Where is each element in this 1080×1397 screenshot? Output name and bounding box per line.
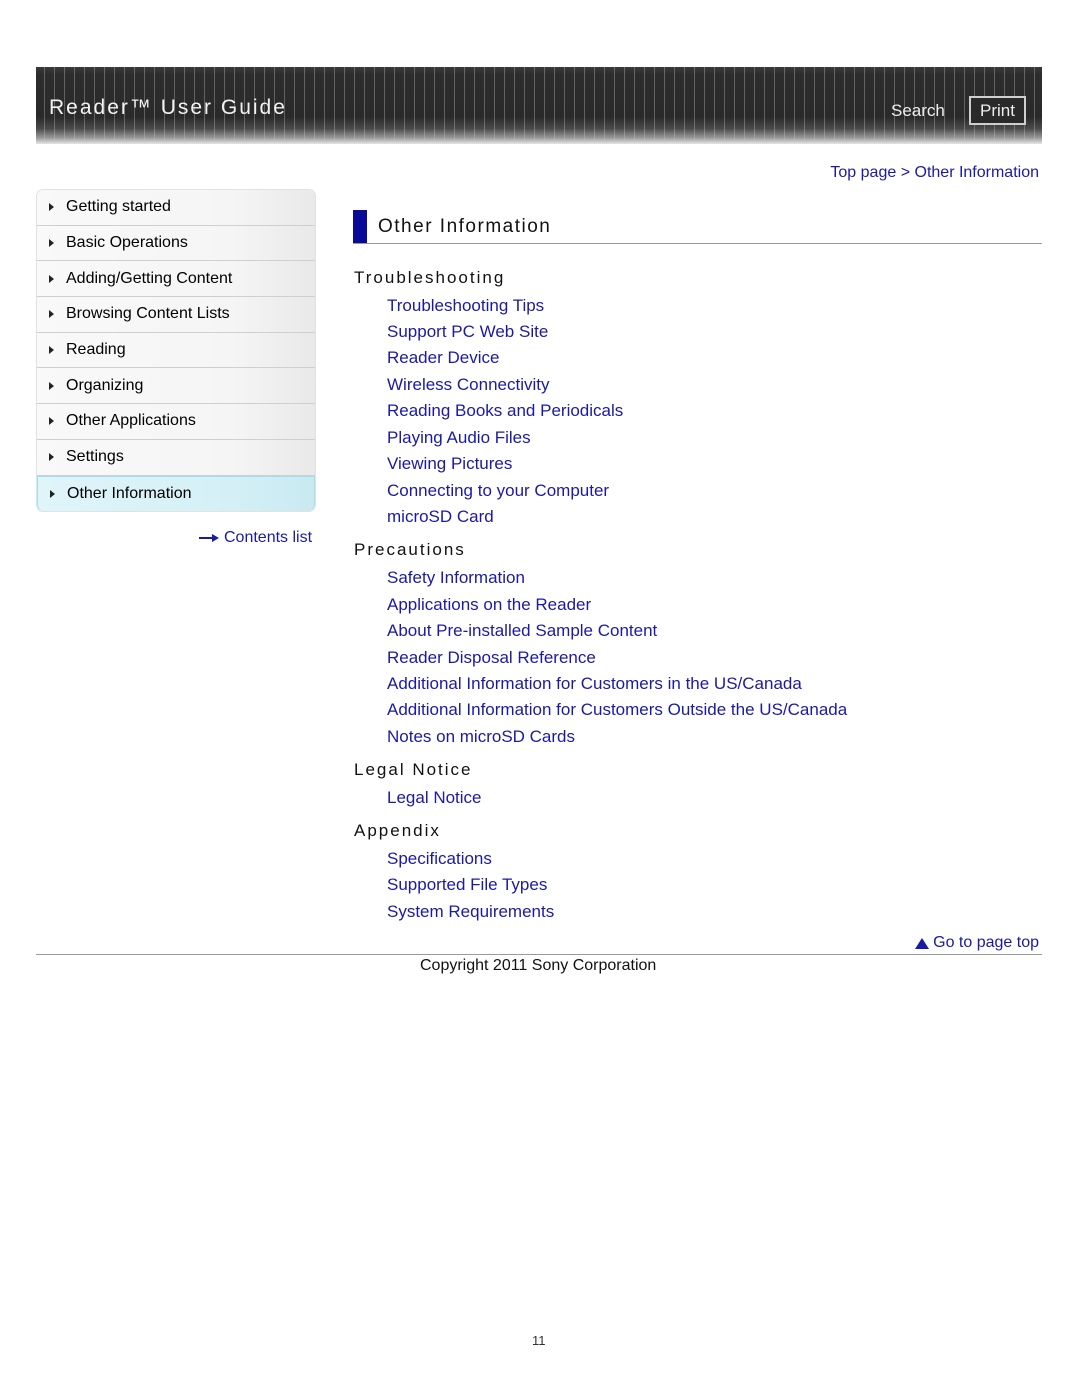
sidebar-item-label: Basic Operations <box>66 234 188 252</box>
triangle-right-icon <box>49 239 54 248</box>
section-heading-troubleshooting: Troubleshooting <box>354 268 506 287</box>
sidebar-item-label: Other Applications <box>66 412 196 430</box>
sidebar-item-organizing[interactable]: Organizing <box>37 368 315 405</box>
search-button[interactable]: Search <box>891 101 945 121</box>
arrow-right-icon <box>199 533 219 543</box>
link-system-requirements[interactable]: System Requirements <box>387 902 554 922</box>
section-heading-precautions: Precautions <box>354 540 466 559</box>
link-reader-disposal-reference[interactable]: Reader Disposal Reference <box>387 648 596 668</box>
link-legal-notice[interactable]: Legal Notice <box>387 788 482 808</box>
link-info-customers-us-canada[interactable]: Additional Information for Customers in … <box>387 674 802 694</box>
sidebar-item-label: Browsing Content Lists <box>66 305 230 323</box>
breadcrumb: Top page > Other Information <box>830 164 1039 182</box>
link-info-customers-outside-us-canada[interactable]: Additional Information for Customers Out… <box>387 700 847 720</box>
sidebar-item-getting-started[interactable]: Getting started <box>37 190 315 226</box>
header-banner: Reader™ User Guide Search Print <box>36 67 1042 144</box>
sidebar-item-other-applications[interactable]: Other Applications <box>37 404 315 440</box>
triangle-right-icon <box>49 203 54 212</box>
triangle-right-icon <box>49 417 54 426</box>
go-to-page-top-label: Go to page top <box>933 934 1039 951</box>
section-heading-appendix: Appendix <box>354 821 441 840</box>
guide-title: Reader™ User Guide <box>49 96 287 119</box>
triangle-right-icon <box>49 310 54 319</box>
triangle-right-icon <box>49 381 54 390</box>
breadcrumb-top-page[interactable]: Top page <box>830 164 896 181</box>
breadcrumb-separator: > <box>900 164 911 181</box>
copyright-text: Copyright 2011 Sony Corporation <box>420 957 657 974</box>
link-reader-device[interactable]: Reader Device <box>387 348 499 368</box>
link-connecting-to-computer[interactable]: Connecting to your Computer <box>387 481 609 501</box>
go-to-page-top-link[interactable]: Go to page top <box>915 934 1039 952</box>
link-reading-books-periodicals[interactable]: Reading Books and Periodicals <box>387 401 623 421</box>
link-specifications[interactable]: Specifications <box>387 849 492 869</box>
triangle-right-icon <box>49 453 54 462</box>
sidebar-item-label: Adding/Getting Content <box>66 269 233 287</box>
sidebar-item-settings[interactable]: Settings <box>37 439 315 476</box>
page-title-block: Other Information <box>353 210 1042 244</box>
link-support-pc-web-site[interactable]: Support PC Web Site <box>387 322 548 342</box>
sidebar-item-label: Reading <box>66 341 126 359</box>
triangle-right-icon <box>50 489 55 498</box>
sidebar-item-label: Organizing <box>66 376 144 394</box>
link-troubleshooting-tips[interactable]: Troubleshooting Tips <box>387 296 544 316</box>
sidebar-item-label: Getting started <box>66 198 171 216</box>
section-heading-legal-notice: Legal Notice <box>354 760 473 779</box>
sidebar-item-label: Settings <box>66 448 124 466</box>
breadcrumb-current[interactable]: Other Information <box>915 164 1040 181</box>
sidebar-item-other-information[interactable]: Other Information <box>37 475 315 512</box>
sidebar-item-reading[interactable]: Reading <box>37 332 315 369</box>
link-playing-audio-files[interactable]: Playing Audio Files <box>387 428 531 448</box>
page-title: Other Information <box>378 216 552 237</box>
contents-list-label: Contents list <box>224 529 313 546</box>
sidebar-item-label: Other Information <box>67 484 192 502</box>
footer-divider <box>36 954 1042 955</box>
link-wireless-connectivity[interactable]: Wireless Connectivity <box>387 375 550 395</box>
page-number: 11 <box>532 1333 546 1348</box>
contents-list-link[interactable]: Contents list <box>199 529 312 547</box>
sidebar-nav: Getting started Basic Operations Adding/… <box>36 189 316 513</box>
link-applications-on-reader[interactable]: Applications on the Reader <box>387 595 591 615</box>
link-safety-information[interactable]: Safety Information <box>387 568 525 588</box>
triangle-right-icon <box>49 274 54 283</box>
link-microsd-card[interactable]: microSD Card <box>387 507 494 527</box>
sidebar-item-browsing-content-lists[interactable]: Browsing Content Lists <box>37 297 315 333</box>
link-supported-file-types[interactable]: Supported File Types <box>387 875 547 895</box>
title-accent-bar <box>353 210 367 243</box>
link-viewing-pictures[interactable]: Viewing Pictures <box>387 454 512 474</box>
sidebar-item-basic-operations[interactable]: Basic Operations <box>37 225 315 262</box>
link-notes-on-microsd-cards[interactable]: Notes on microSD Cards <box>387 727 575 747</box>
sidebar-item-adding-getting-content[interactable]: Adding/Getting Content <box>37 261 315 298</box>
triangle-right-icon <box>49 346 54 355</box>
print-button[interactable]: Print <box>969 96 1026 125</box>
triangle-up-icon <box>915 937 930 949</box>
link-pre-installed-sample-content[interactable]: About Pre-installed Sample Content <box>387 621 657 641</box>
